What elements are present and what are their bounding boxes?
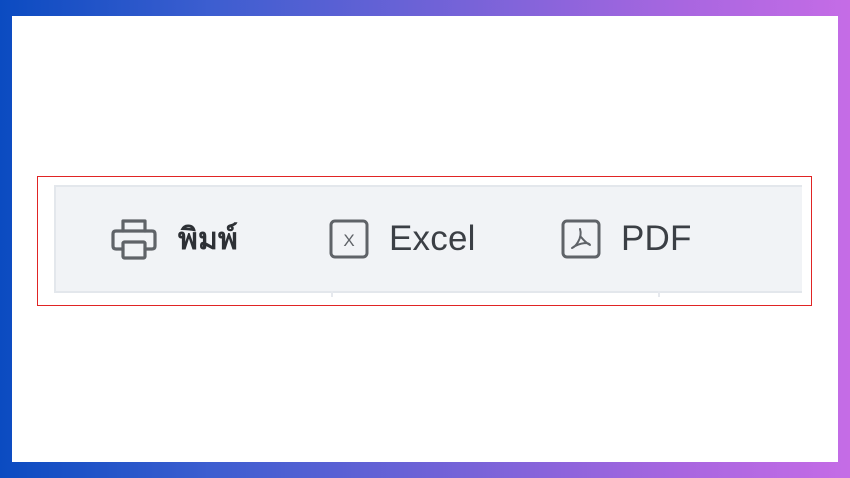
- printer-icon: [110, 217, 158, 261]
- excel-button[interactable]: X Excel: [329, 187, 476, 291]
- toolbar-divider-tick: [331, 291, 333, 297]
- screenshot-canvas: พิมพ์ X Excel PDF: [12, 16, 838, 462]
- print-button[interactable]: พิมพ์: [110, 187, 238, 291]
- export-toolbar: พิมพ์ X Excel PDF: [54, 185, 802, 297]
- excel-label: Excel: [389, 219, 476, 258]
- pdf-file-icon: [561, 219, 601, 259]
- highlight-frame: พิมพ์ X Excel PDF: [37, 176, 812, 306]
- pdf-button[interactable]: PDF: [561, 187, 692, 291]
- excel-file-icon: X: [329, 219, 369, 259]
- pdf-label: PDF: [621, 219, 692, 258]
- print-label: พิมพ์: [178, 221, 238, 257]
- excel-icon-glyph: X: [343, 231, 354, 250]
- toolbar-divider-tick: [658, 291, 660, 297]
